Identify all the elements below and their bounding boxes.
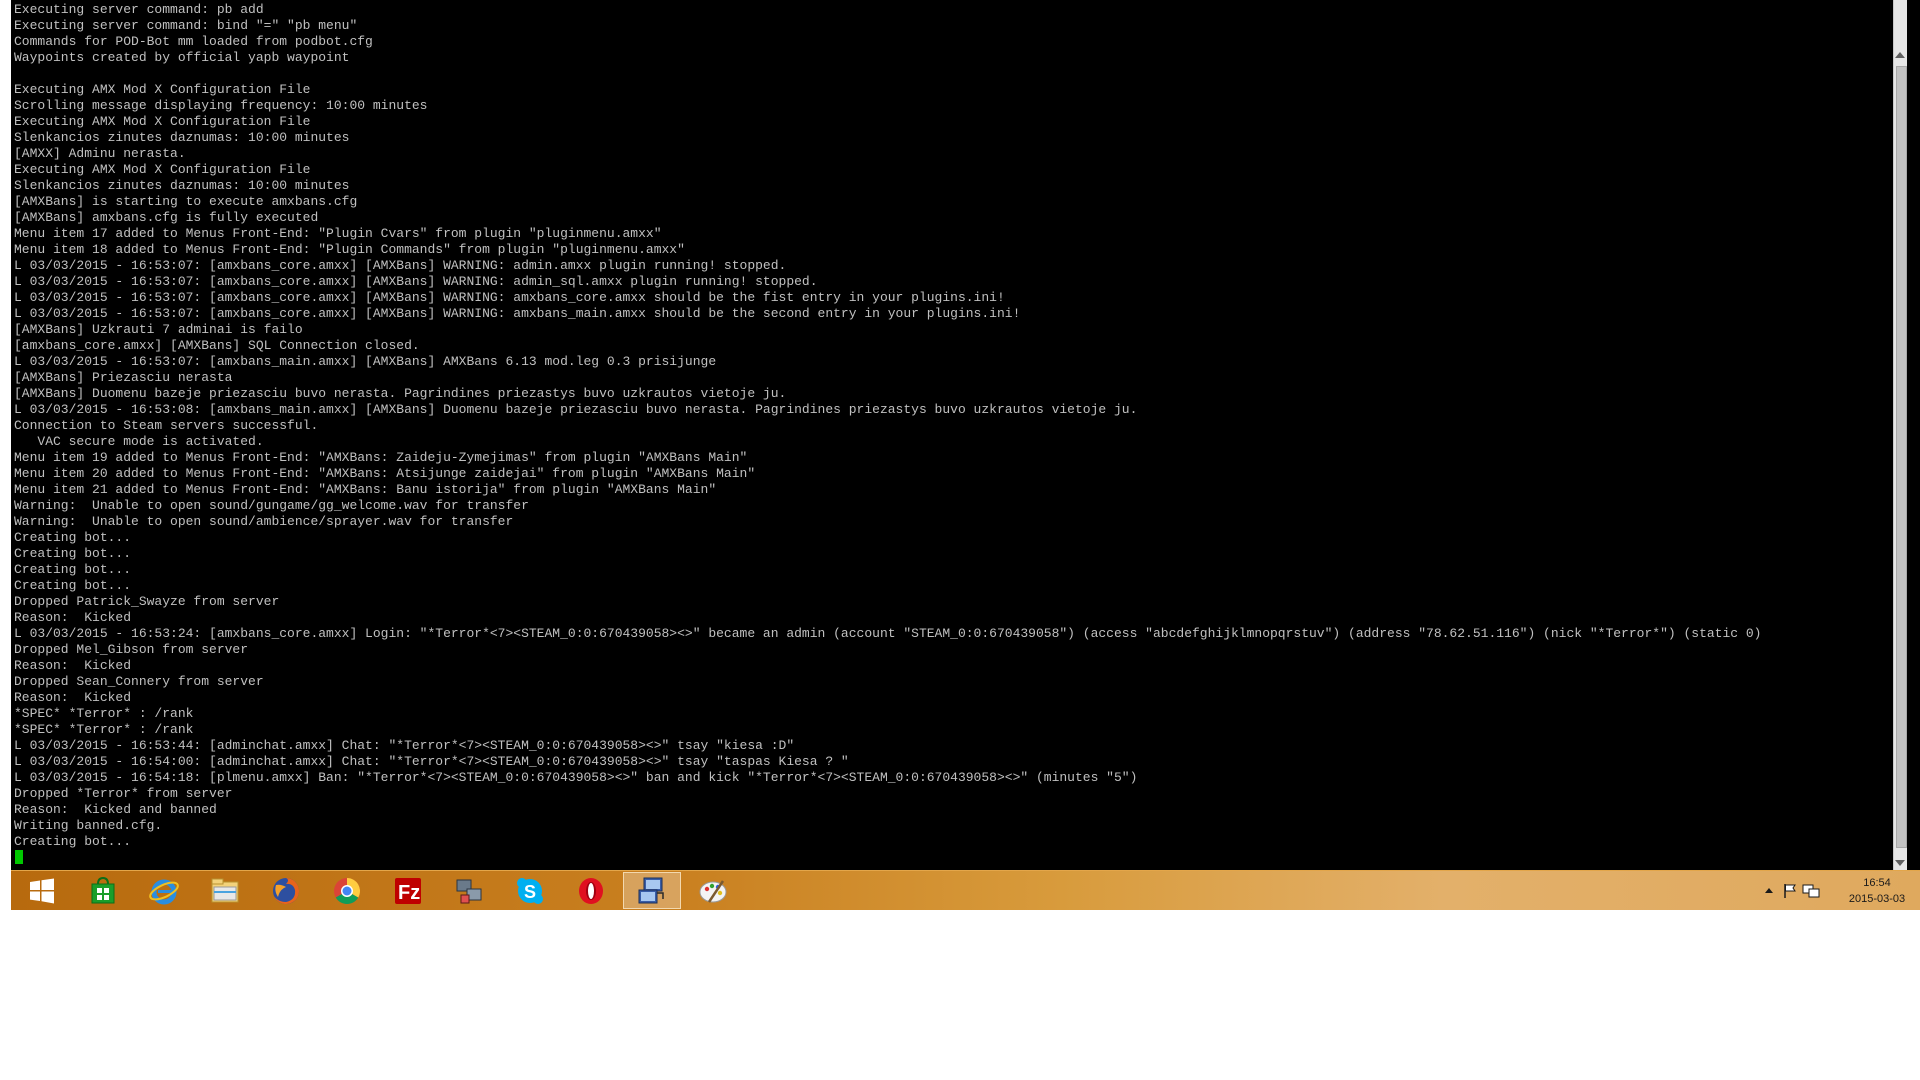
- file-explorer-icon: [211, 878, 239, 902]
- internet-explorer-icon: [149, 879, 179, 904]
- action-center-flag-icon[interactable]: [1782, 883, 1798, 899]
- taskbar-clock[interactable]: 16:54 2015-03-03: [1842, 875, 1912, 907]
- clock-date: 2015-03-03: [1848, 893, 1906, 905]
- store-icon: [91, 876, 115, 903]
- start-button[interactable]: [13, 872, 71, 909]
- console-line: Slenkancios zinutes daznumas: 10:00 minu…: [14, 130, 350, 145]
- console-line: L 03/03/2015 - 16:53:24: [amxbans_core.a…: [14, 626, 1762, 641]
- firefox-icon: [273, 877, 299, 904]
- console-line: [AMXBans] Priezasciu nerasta: [14, 370, 233, 385]
- scroll-up-arrow-icon[interactable]: [1895, 52, 1905, 58]
- console-line: Creating bot...: [14, 578, 132, 593]
- console-output: Executing server command: pb add Executin…: [14, 2, 1761, 850]
- console-line: Reason: Kicked and banned: [14, 802, 217, 817]
- taskbar-paint[interactable]: [684, 872, 742, 909]
- console-line: [AMXBans] amxbans.cfg is fully executed: [14, 210, 319, 225]
- taskbar-skype[interactable]: S: [501, 872, 559, 909]
- console-line: Executing AMX Mod X Configuration File: [14, 82, 311, 97]
- console-line: [AMXBans] is starting to execute amxbans…: [14, 194, 358, 209]
- console-line: L 03/03/2015 - 16:53:07: [amxbans_core.a…: [14, 258, 787, 273]
- taskbar-server-console[interactable]: [623, 872, 681, 909]
- console-line: Connection to Steam servers successful.: [14, 418, 319, 433]
- svg-text:S: S: [524, 882, 536, 902]
- chrome-icon: [334, 877, 360, 904]
- console-line: *SPEC* *Terror* : /rank: [14, 706, 194, 721]
- clock-time: 16:54: [1863, 877, 1891, 889]
- svg-text:Fz: Fz: [398, 882, 420, 904]
- console-line: Waypoints created by official yapb waypo…: [14, 50, 350, 65]
- scrollbar-thumb[interactable]: [1896, 66, 1907, 848]
- console-line: Creating bot...: [14, 562, 132, 577]
- console-scrollbar[interactable]: [1893, 0, 1907, 870]
- console-line: L 03/03/2015 - 16:53:07: [amxbans_core.a…: [14, 274, 818, 289]
- console-line: Dropped *Terror* from server: [14, 786, 233, 801]
- taskbar-internet-explorer[interactable]: [135, 872, 193, 909]
- console-line: [AMXBans] Uzkrauti 7 adminai is failo: [14, 322, 303, 337]
- network-icon[interactable]: [1802, 883, 1820, 899]
- console-line: Executing AMX Mod X Configuration File: [14, 114, 311, 129]
- console-line: L 03/03/2015 - 16:53:07: [amxbans_main.a…: [14, 354, 717, 369]
- network-tool-icon: [456, 879, 482, 903]
- console-line: Reason: Kicked: [14, 658, 132, 673]
- system-tray: 16:54 2015-03-03: [1760, 871, 1920, 910]
- filezilla-icon: Fz: [395, 877, 421, 904]
- console-cursor: [15, 850, 23, 864]
- console-line: [AMXBans] Duomenu bazeje priezasciu buvo…: [14, 386, 787, 401]
- taskbar-file-explorer[interactable]: [196, 872, 254, 909]
- console-line: Warning: Unable to open sound/gungame/gg…: [14, 498, 529, 513]
- desktop: Executing server command: pb add Executin…: [11, 0, 1920, 910]
- taskbar-opera[interactable]: [562, 872, 620, 909]
- console-line: Commands for POD-Bot mm loaded from podb…: [14, 34, 373, 49]
- console-line: Reason: Kicked: [14, 690, 132, 705]
- windows-logo-icon: [30, 878, 54, 903]
- skype-icon: S: [517, 877, 543, 904]
- console-line: VAC secure mode is activated.: [14, 434, 264, 449]
- console-line: L 03/03/2015 - 16:54:00: [adminchat.amxx…: [14, 754, 849, 769]
- console-line: Executing server command: bind "=" "pb m…: [14, 18, 358, 33]
- console-line: L 03/03/2015 - 16:53:44: [adminchat.amxx…: [14, 738, 795, 753]
- console-line: Dropped Sean_Connery from server: [14, 674, 264, 689]
- console-line: Menu item 21 added to Menus Front-End: "…: [14, 482, 717, 497]
- taskbar-firefox[interactable]: [257, 872, 315, 909]
- show-hidden-icons-arrow-icon[interactable]: [1764, 886, 1774, 894]
- opera-icon: [579, 877, 603, 904]
- server-console-window[interactable]: Executing server command: pb add Executin…: [11, 0, 1907, 870]
- console-line: Executing AMX Mod X Configuration File: [14, 162, 311, 177]
- console-line: [AMXX] Adminu nerasta.: [14, 146, 186, 161]
- console-line: Creating bot...: [14, 530, 132, 545]
- taskbar-filezilla[interactable]: Fz: [379, 872, 437, 909]
- taskbar-store[interactable]: [74, 872, 132, 909]
- taskbar-network-tool[interactable]: [440, 872, 498, 909]
- console-line: Creating bot...: [14, 834, 132, 849]
- console-line: Creating bot...: [14, 546, 132, 561]
- paint-icon: [699, 879, 727, 903]
- taskbar: Fz S 16:54 2015-03-03: [11, 870, 1920, 910]
- console-line: [amxbans_core.amxx] [AMXBans] SQL Connec…: [14, 338, 420, 353]
- console-line: Dropped Mel_Gibson from server: [14, 642, 249, 657]
- console-line: Menu item 17 added to Menus Front-End: "…: [14, 226, 662, 241]
- console-line: Dropped Patrick_Swayze from server: [14, 594, 280, 609]
- console-line: L 03/03/2015 - 16:53:07: [amxbans_core.a…: [14, 290, 1005, 305]
- console-line: L 03/03/2015 - 16:53:08: [amxbans_main.a…: [14, 402, 1138, 417]
- taskbar-chrome[interactable]: [318, 872, 376, 909]
- console-line: Menu item 18 added to Menus Front-End: "…: [14, 242, 685, 257]
- console-line: Warning: Unable to open sound/ambience/s…: [14, 514, 514, 529]
- scroll-down-arrow-icon[interactable]: [1895, 860, 1905, 866]
- console-line: Writing banned.cfg.: [14, 818, 163, 833]
- console-line: L 03/03/2015 - 16:53:07: [amxbans_core.a…: [14, 306, 1021, 321]
- console-line: Reason: Kicked: [14, 610, 132, 625]
- console-line: L 03/03/2015 - 16:54:18: [plmenu.amxx] B…: [14, 770, 1138, 785]
- console-line: Slenkancios zinutes daznumas: 10:00 minu…: [14, 178, 350, 193]
- console-line: Executing server command: pb add: [14, 2, 264, 17]
- console-line: Menu item 20 added to Menus Front-End: "…: [14, 466, 756, 481]
- console-line: Menu item 19 added to Menus Front-End: "…: [14, 450, 748, 465]
- console-line: *SPEC* *Terror* : /rank: [14, 722, 194, 737]
- console-line: Scrolling message displaying frequency: …: [14, 98, 428, 113]
- server-console-icon: [638, 877, 664, 903]
